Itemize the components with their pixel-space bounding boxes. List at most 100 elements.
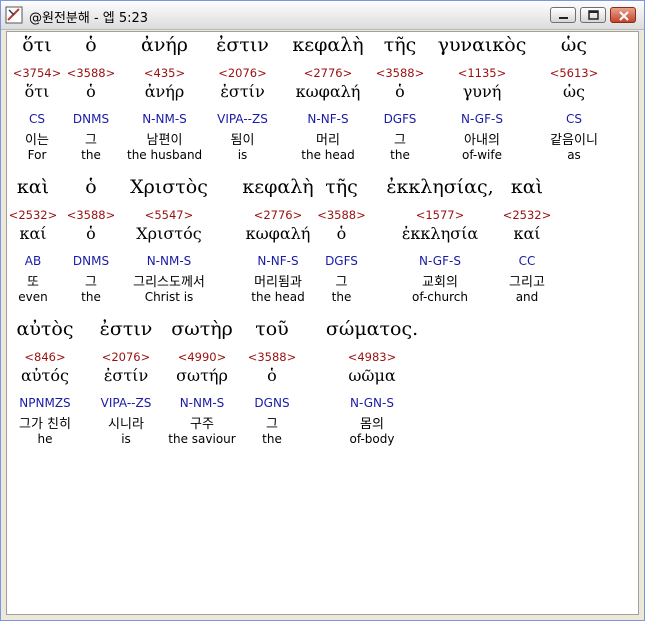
word-greek: καὶ <box>16 176 50 198</box>
word-lemma: ὅτι <box>24 82 50 101</box>
word-korean: 그리스도께서 <box>133 275 205 290</box>
word-strong: <3754> <box>12 66 62 80</box>
word-parse: NPNMZS <box>19 396 71 410</box>
word-korean: 그 <box>266 417 278 432</box>
word-english: the <box>81 290 101 304</box>
word-parse: AB <box>24 254 42 268</box>
word-greek: ἐστιν <box>216 34 269 56</box>
word-block[interactable]: Χριστὸς <5547> Χριστός N-NM-S 그리스도께서 Christ i… <box>119 174 219 314</box>
verse-line: ὅτι <3754> ὅτι CS 이는 For ὁ <3588> ὁ DNMS 그 the ἀνήρ <… <box>7 32 638 172</box>
word-english: Christ is <box>144 290 194 304</box>
word-lemma: ἐστίν <box>103 366 149 385</box>
word-block[interactable]: τῆς <3588> ὁ DGFS 그 the <box>314 174 369 314</box>
word-lemma: γυνή <box>462 82 502 101</box>
word-lemma: κωφαλή <box>295 82 361 101</box>
verse-line: αὐτὸς <846> αὐτός NPNMZS 그가 친히 he ἐστιν <2076> ἐ… <box>7 316 638 456</box>
word-english: the <box>331 290 352 304</box>
word-block[interactable]: ὅτι <3754> ὅτι CS 이는 For <box>7 32 67 172</box>
word-parse: DNMS <box>72 112 110 126</box>
word-strong: <4990> <box>177 350 227 364</box>
word-parse: DNMS <box>72 254 110 268</box>
word-block[interactable]: ἀνήρ <435> ἀνήρ N-NM-S 남편이 the husband <box>127 32 202 172</box>
word-parse: N-GF-S <box>419 254 461 268</box>
maximize-button[interactable] <box>580 7 606 23</box>
word-block[interactable]: ἐκκλησίας, <1577> ἐκκλησία N-GF-S 교회의 of-chur… <box>385 174 495 314</box>
word-block[interactable]: καὶ <2532> καί CC 그리고 and <box>497 174 557 314</box>
word-block[interactable]: σώματος. <4983> ωῶμα N-GN-S 몸의 of-body <box>322 316 422 456</box>
word-strong: <2776> <box>253 208 303 222</box>
word-greek: σώματος. <box>325 318 419 340</box>
word-english: he <box>37 432 53 446</box>
word-english: the <box>390 148 410 162</box>
word-parse: N-NM-S <box>142 112 187 126</box>
word-korean: 구주 <box>190 417 214 432</box>
word-korean: 그리고 <box>509 275 545 290</box>
word-greek: κεφαλὴ <box>292 34 364 56</box>
word-block[interactable]: τοῦ <3588> ὁ DGNS 그 the <box>242 316 302 456</box>
word-strong: <5547> <box>144 208 194 222</box>
word-greek: αὐτὸς <box>16 318 74 340</box>
word-korean: 그 <box>394 133 406 148</box>
word-greek: ὅτι <box>22 34 52 56</box>
word-greek: ὡς <box>560 34 588 56</box>
word-parse: N-GN-S <box>350 396 394 410</box>
word-strong: <2076> <box>101 350 151 364</box>
word-korean: 남편이 <box>146 133 183 148</box>
word-lemma: ὁ <box>86 224 96 243</box>
word-strong: <3588> <box>375 66 425 80</box>
word-block[interactable]: κεφαλὴ <2776> κωφαλή N-NF-S 머리 the head <box>282 32 374 172</box>
word-greek: Χριστὸς <box>130 176 208 198</box>
word-block[interactable]: καὶ <2532> καί AB 또 even <box>7 174 59 314</box>
word-korean: 같음이니 <box>550 133 598 148</box>
word-greek: γυναικὸς <box>437 34 527 56</box>
word-greek: ἀνήρ <box>141 34 188 56</box>
word-korean: 그 <box>335 275 348 290</box>
word-strong: <3588> <box>317 208 366 222</box>
word-greek: τῆς <box>325 176 358 198</box>
word-block[interactable]: ὡς <5613> ὡς CS 같음이니 as <box>539 32 609 172</box>
word-korean: 이는 <box>25 133 49 148</box>
word-block[interactable]: ὁ <3588> ὁ DNMS 그 the <box>62 174 120 314</box>
word-lemma: ὁ <box>395 82 405 101</box>
word-english: and <box>515 290 539 304</box>
word-korean: 그가 친히 <box>19 417 71 432</box>
word-strong: <3588> <box>66 208 116 222</box>
word-korean: 그 <box>85 275 97 290</box>
word-korean: 또 <box>27 275 39 290</box>
word-block[interactable]: τῆς <3588> ὁ DGFS 그 the <box>375 32 425 172</box>
close-button[interactable] <box>610 7 636 23</box>
word-lemma: ἀνήρ <box>144 82 185 101</box>
word-english: is <box>237 148 248 162</box>
word-lemma: ἐστίν <box>220 82 265 101</box>
word-korean: 됨이 <box>230 133 255 148</box>
word-korean: 교회의 <box>422 275 458 290</box>
word-block[interactable]: κεφαλὴ <2776> κωφαλή N-NF-S 머리됨과 the head <box>232 174 324 314</box>
word-parse: VIPA--ZS <box>217 112 268 126</box>
word-english: of-body <box>349 432 395 446</box>
window-title: @원전분해 - 엡 5:23 <box>29 11 149 26</box>
word-greek: ἐστιν <box>99 318 153 340</box>
word-parse: DGFS <box>383 112 417 126</box>
word-lemma: ὁ <box>267 366 277 385</box>
word-block[interactable]: αὐτὸς <846> αὐτός NPNMZS 그가 친히 he <box>7 316 83 456</box>
word-greek: ἐκκλησίας, <box>386 176 494 198</box>
word-english: the <box>81 148 101 162</box>
word-parse: CS <box>566 112 582 126</box>
word-lemma: Χριστός <box>136 224 202 243</box>
interlinear-panel: ὅτι <3754> ὅτι CS 이는 For ὁ <3588> ὁ DNMS 그 the ἀνήρ <… <box>6 31 639 615</box>
word-strong: <1577> <box>415 208 465 222</box>
minimize-button[interactable] <box>550 7 576 23</box>
word-strong: <2076> <box>218 66 267 80</box>
app-window: @원전분해 - 엡 5:23 ὅτι <3754> ὅτι CS 이는 For ὁ <3588… <box>0 0 645 621</box>
word-lemma: αὐτός <box>21 366 69 385</box>
title-bar[interactable]: @원전분해 - 엡 5:23 <box>1 1 644 30</box>
word-block[interactable]: σωτὴρ <4990> σωτήρ N-NM-S 구주 the saviour <box>162 316 242 456</box>
word-block[interactable]: ὁ <3588> ὁ DNMS 그 the <box>62 32 120 172</box>
word-korean: 머리 <box>316 133 340 148</box>
app-icon <box>5 6 23 24</box>
word-block[interactable]: γυναικὸς <1135> γυνή N-GF-S 아내의 of-wife <box>427 32 537 172</box>
word-greek: ὁ <box>85 176 97 198</box>
word-korean: 그 <box>85 133 97 148</box>
word-block[interactable]: ἐστιν <2076> ἐστίν VIPA--ZS 시니라 is <box>87 316 165 456</box>
word-block[interactable]: ἐστιν <2076> ἐστίν VIPA--ZS 됨이 is <box>205 32 280 172</box>
